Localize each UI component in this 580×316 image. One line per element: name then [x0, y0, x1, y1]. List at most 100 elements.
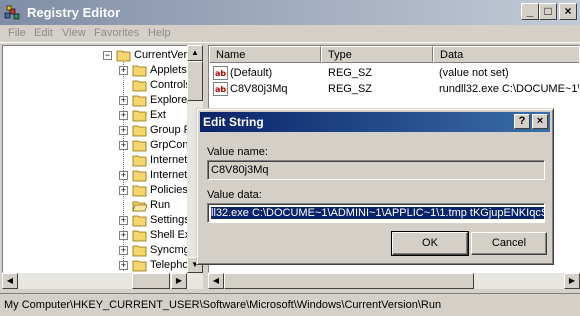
value-name: C8V80j3Mq — [230, 83, 288, 95]
tree-item-label: Telepho — [150, 259, 189, 271]
expand-icon[interactable]: + — [119, 66, 128, 75]
string-value-icon: ab — [213, 66, 228, 80]
list-row[interactable]: ab C8V80j3Mq REG_SZ rundll32.exe C:\DOCU… — [209, 81, 580, 97]
scroll-thumb[interactable] — [187, 61, 203, 101]
folder-icon — [132, 80, 147, 92]
tree-item-label: Settings — [150, 214, 190, 226]
maximize-button[interactable]: □ — [539, 3, 557, 20]
help-icon[interactable]: ? — [514, 114, 530, 129]
tree-item-controls[interactable]: Controls — [3, 78, 201, 93]
tree-item-syncmgr[interactable]: + Syncmgr — [3, 243, 201, 258]
scroll-up-arrow-icon[interactable]: ▲ — [187, 45, 203, 61]
tree-item-group-policy[interactable]: + Group P — [3, 123, 201, 138]
window-title-bar[interactable]: Registry Editor _ □ × — [0, 0, 580, 25]
tree-item-label: Applets — [150, 64, 187, 76]
tree-item-label: CurrentVers — [134, 49, 193, 61]
folder-icon — [132, 260, 147, 272]
ok-button[interactable]: OK — [391, 231, 469, 256]
dialog-title-bar[interactable]: Edit String ? × — [200, 112, 550, 132]
svg-text:ab: ab — [215, 85, 226, 94]
tree-item-label: Group P — [150, 124, 191, 136]
tree-item-policies[interactable]: + Policies — [3, 183, 201, 198]
folder-icon — [132, 155, 147, 167]
tree-item-grpconv[interactable]: + GrpConv — [3, 138, 201, 153]
expand-icon[interactable]: + — [119, 126, 128, 135]
cancel-button[interactable]: Cancel — [471, 232, 547, 255]
value-data: (value not set) — [439, 67, 509, 79]
menu-favorites[interactable]: Favorites — [94, 27, 139, 39]
scroll-right-arrow-icon[interactable]: ▶ — [564, 273, 580, 289]
value-type: REG_SZ — [328, 83, 373, 95]
folder-icon — [132, 140, 147, 152]
registry-path: My Computer\HKEY_CURRENT_USER\Software\M… — [4, 299, 442, 311]
value-name-field[interactable]: C8V80j3Mq — [207, 160, 545, 180]
folder-icon — [132, 110, 147, 122]
list-row[interactable]: ab (Default) REG_SZ (value not set) — [209, 65, 579, 81]
folder-icon — [132, 230, 147, 242]
expand-icon[interactable]: + — [119, 186, 128, 195]
expand-icon[interactable]: + — [119, 111, 128, 120]
tree-item-label: Run — [150, 199, 171, 211]
scroll-thumb[interactable] — [224, 273, 474, 289]
close-button[interactable]: × — [559, 3, 577, 20]
tree-item-shell-ext[interactable]: + Shell Ext — [3, 228, 201, 243]
tree-item-internet-2[interactable]: + Internet — [3, 168, 201, 183]
expand-icon[interactable]: + — [119, 231, 128, 240]
tree-item-telephony[interactable]: + Telepho — [3, 258, 201, 272]
collapse-icon[interactable]: − — [103, 51, 112, 60]
tree-item-applets[interactable]: + Applets — [3, 63, 201, 78]
tree-item-ext[interactable]: + Ext — [3, 108, 201, 123]
folder-icon — [132, 65, 147, 77]
value-data-input[interactable]: ll32.exe C:\DOCUME~1\ADMINI~1\APPLIC~1\1… — [207, 203, 545, 223]
string-value-icon: ab — [213, 82, 228, 96]
scroll-right-arrow-icon[interactable]: ▶ — [171, 273, 187, 289]
menu-view[interactable]: View — [62, 27, 86, 39]
dialog-close-icon[interactable]: × — [532, 114, 548, 129]
value-data-text: ll32.exe C:\DOCUME~1\ADMINI~1\APPLIC~1\1… — [211, 207, 544, 219]
tree-item-explorer[interactable]: + Explorer — [3, 93, 201, 108]
folder-icon — [132, 95, 147, 107]
value-data-label: Value data: — [207, 189, 262, 201]
expand-icon[interactable]: + — [119, 246, 128, 255]
registry-editor-icon — [4, 5, 20, 20]
tree-item-label: Controls — [150, 79, 191, 91]
tree-item-label: Internet — [150, 169, 188, 181]
tree-item-label: Explorer — [150, 94, 191, 106]
edit-string-dialog: Edit String ? × Value name: C8V80j3Mq Va… — [196, 108, 554, 265]
registry-tree[interactable]: − CurrentVers + Applets Controls + Explo… — [2, 45, 202, 273]
tree-item-currentversion[interactable]: − CurrentVers — [3, 48, 201, 63]
open-folder-icon — [132, 201, 148, 212]
tree-item-settings[interactable]: + Settings — [3, 213, 201, 228]
expand-icon[interactable]: + — [119, 171, 128, 180]
folder-icon — [132, 125, 147, 137]
tree-item-label: Ext — [150, 109, 166, 121]
folder-icon — [132, 245, 147, 257]
value-name-label: Value name: — [207, 146, 268, 158]
expand-icon[interactable]: + — [119, 261, 128, 270]
tree-item-label: Policies — [150, 184, 188, 196]
menu-edit[interactable]: Edit — [34, 27, 53, 39]
minimize-button[interactable]: _ — [521, 3, 539, 20]
folder-icon — [132, 215, 147, 227]
expand-icon[interactable]: + — [119, 141, 128, 150]
folder-icon — [132, 170, 147, 182]
expand-icon[interactable]: + — [119, 96, 128, 105]
value-data: rundll32.exe C:\DOCUME~1\AI — [439, 83, 580, 95]
menu-help[interactable]: Help — [148, 27, 171, 39]
scroll-left-arrow-icon[interactable]: ◀ — [2, 273, 18, 289]
window-title: Registry Editor — [27, 5, 121, 20]
status-bar: My Computer\HKEY_CURRENT_USER\Software\M… — [0, 293, 580, 316]
tree-item-internet-1[interactable]: Internet — [3, 153, 201, 168]
tree-horizontal-scrollbar[interactable]: ◀ ▶ — [2, 273, 203, 289]
menu-file[interactable]: File — [8, 27, 26, 39]
list-horizontal-scrollbar[interactable]: ◀ ▶ — [208, 273, 580, 289]
tree-item-run[interactable]: Run — [3, 198, 201, 213]
scroll-thumb[interactable] — [132, 273, 170, 289]
scroll-left-arrow-icon[interactable]: ◀ — [208, 273, 224, 289]
column-header-data[interactable]: Data — [433, 46, 579, 63]
folder-icon — [132, 185, 147, 197]
column-header-name[interactable]: Name — [209, 46, 321, 63]
expand-icon[interactable]: + — [119, 216, 128, 225]
column-header-type[interactable]: Type — [321, 46, 433, 63]
tree-item-label: Internet — [150, 154, 188, 166]
